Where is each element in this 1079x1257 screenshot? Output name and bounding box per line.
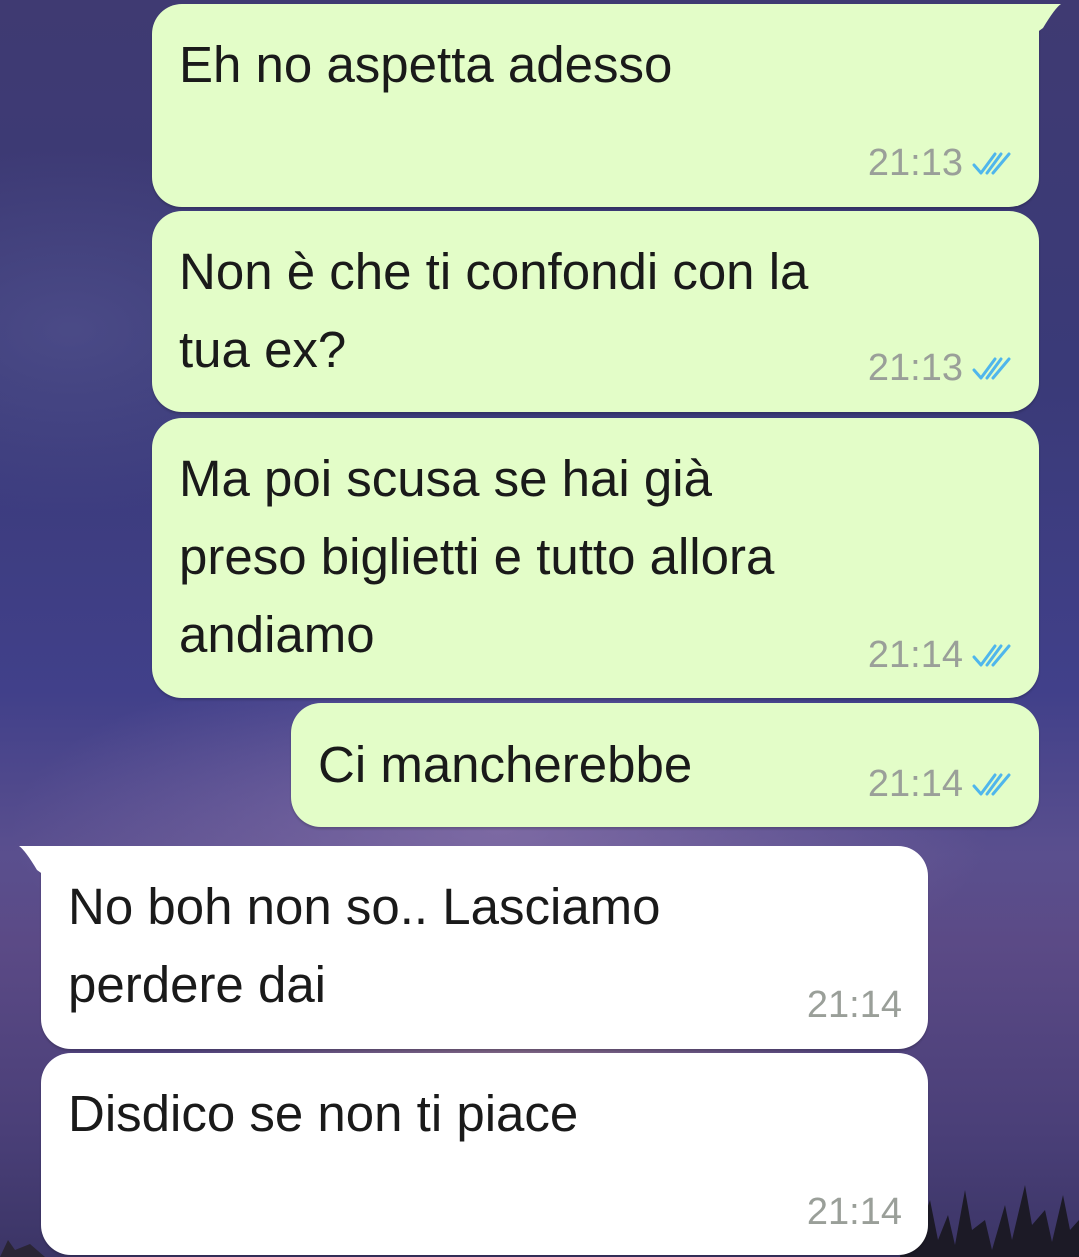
message-timestamp: 21:14 xyxy=(806,984,902,1026)
message-meta: 21:14 xyxy=(868,763,1013,806)
message-timestamp: 21:14 xyxy=(867,634,963,676)
message-meta: 21:14 xyxy=(807,1191,902,1234)
message-bubble-outgoing[interactable]: Eh no aspetta adesso 21:13 xyxy=(152,4,1061,207)
message-timestamp: 21:13 xyxy=(867,347,963,389)
message-meta: 21:13 xyxy=(868,347,1013,390)
message-text: Disdico se non ti piace xyxy=(68,1085,579,1142)
message-bubble-outgoing[interactable]: Ci mancherebbe 21:14 xyxy=(291,703,1039,827)
message-text: Ma poi scusa se hai già preso biglietti … xyxy=(179,450,775,663)
message-bubble-incoming[interactable]: No boh non so.. Lasciamo perdere dai 21:… xyxy=(19,846,928,1049)
message-timestamp: 21:14 xyxy=(806,1191,902,1233)
message-timestamp: 21:13 xyxy=(867,142,963,184)
message-text: No boh non so.. Lasciamo perdere dai xyxy=(68,878,661,1013)
message-meta: 21:13 xyxy=(868,142,1013,185)
message-bubble-outgoing[interactable]: Non è che ti confondi con la tua ex? 21:… xyxy=(152,211,1039,412)
bubble-tail xyxy=(1021,4,1061,44)
message-bubble-outgoing[interactable]: Ma poi scusa se hai già preso biglietti … xyxy=(152,418,1039,698)
message-text: Ci mancherebbe xyxy=(318,736,693,793)
message-bubble-incoming[interactable]: Disdico se non ti piace 21:14 xyxy=(41,1053,928,1255)
double-check-icon xyxy=(971,151,1013,177)
double-check-icon xyxy=(971,643,1013,669)
bubble-tail xyxy=(19,846,59,886)
message-timestamp: 21:14 xyxy=(867,763,963,805)
double-check-icon xyxy=(971,356,1013,382)
message-text: Eh no aspetta adesso xyxy=(179,36,673,93)
message-meta: 21:14 xyxy=(868,634,1013,677)
double-check-icon xyxy=(971,772,1013,798)
message-text: Non è che ti confondi con la tua ex? xyxy=(179,243,809,378)
message-meta: 21:14 xyxy=(807,984,902,1027)
